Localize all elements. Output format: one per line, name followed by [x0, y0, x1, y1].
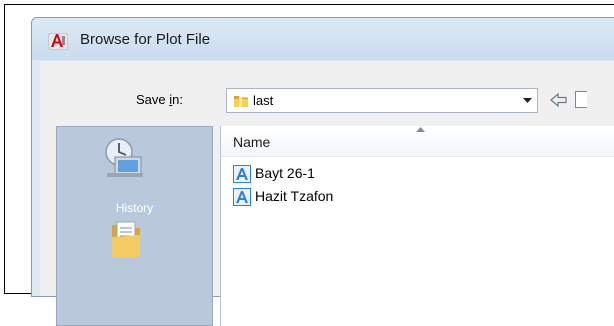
- folder-icon: [234, 96, 248, 107]
- file-name: Bayt 26-1: [255, 165, 315, 181]
- toolbar-button-clipped[interactable]: [575, 91, 587, 108]
- title-bar[interactable]: Browse for Plot File: [32, 18, 614, 60]
- column-header-name[interactable]: Name: [221, 126, 614, 157]
- places-history-label[interactable]: History: [57, 201, 212, 215]
- plot-file-icon: [233, 188, 251, 206]
- save-in-label: Save in:: [136, 92, 183, 107]
- save-in-dropdown[interactable]: last: [226, 88, 538, 113]
- plot-file-icon: [233, 165, 251, 183]
- history-icon[interactable]: [97, 135, 149, 183]
- chevron-down-icon[interactable]: [517, 89, 537, 112]
- save-in-value: last: [253, 93, 274, 108]
- autocad-icon: [48, 33, 68, 50]
- documents-folder-icon[interactable]: [109, 219, 143, 259]
- file-list[interactable]: Name Bayt 26-1 Hazit Tzafon: [220, 126, 614, 326]
- places-bar: History: [56, 126, 213, 326]
- dialog-body: Save in: last History Name Bayt 26-1 Haz…: [40, 61, 614, 326]
- sort-ascending-icon: [416, 127, 425, 132]
- column-header-label: Name: [233, 134, 271, 150]
- window-title: Browse for Plot File: [80, 31, 211, 48]
- browse-dialog: Browse for Plot File Save in: last Histo…: [31, 17, 614, 326]
- file-name: Hazit Tzafon: [255, 188, 334, 204]
- back-arrow-icon[interactable]: [550, 92, 568, 108]
